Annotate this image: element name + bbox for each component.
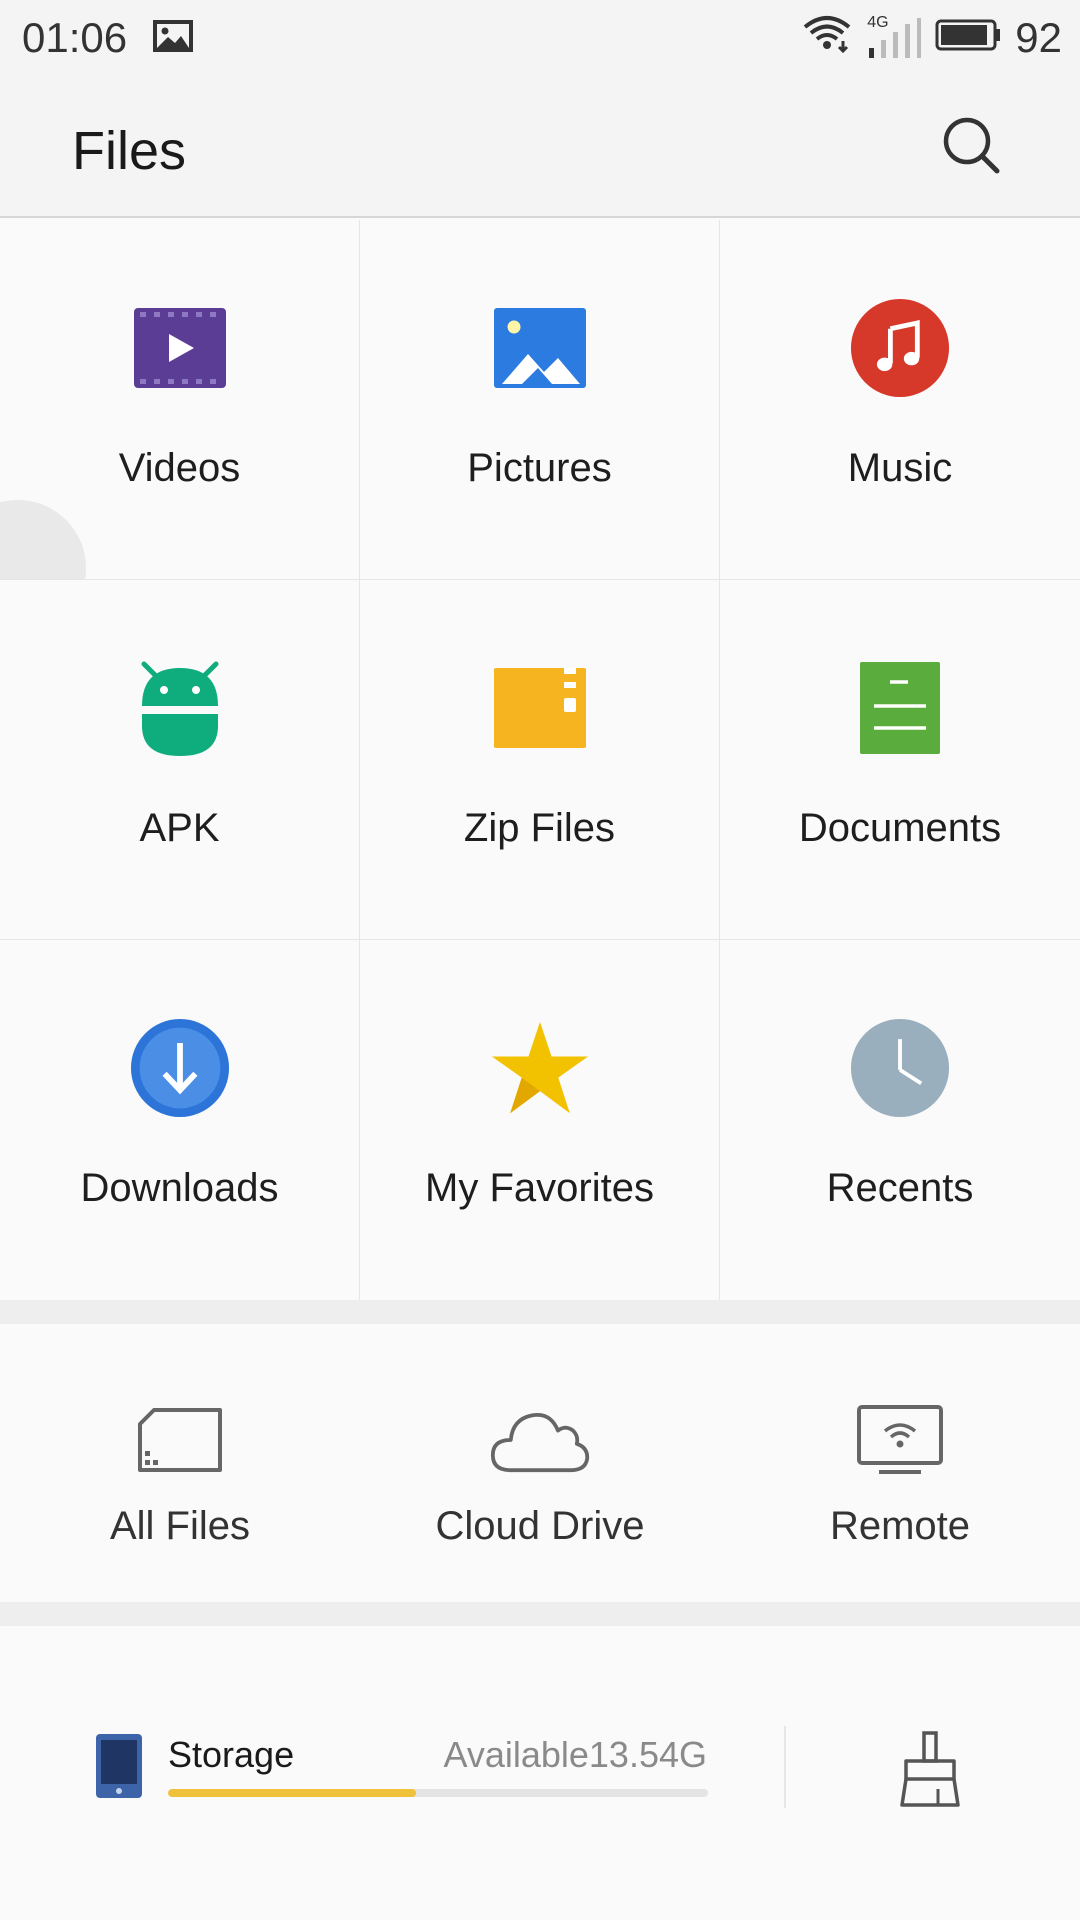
category-documents[interactable]: Documents [720, 580, 1080, 940]
wifi-icon [801, 13, 853, 63]
battery-percent: 92 [1015, 14, 1062, 61]
category-label: Music [847, 446, 953, 490]
download-icon [130, 1018, 230, 1118]
picture-icon [490, 298, 590, 398]
app-header: Files [0, 76, 1080, 218]
storage-section: Storage Available13.54G [0, 1626, 1080, 1920]
category-grid: Videos Pictures Music APK Zip Files Docu… [0, 220, 1080, 1300]
all-files-button[interactable]: All Files [0, 1324, 360, 1602]
signal-icon: 4G [867, 14, 922, 60]
cloud-drive-button[interactable]: Cloud Drive [360, 1324, 720, 1602]
status-time: 01:06 [22, 14, 128, 61]
status-bar: 01:06 4G 92 [0, 0, 1080, 76]
storage-progress-fill [168, 1789, 417, 1797]
music-icon [850, 298, 950, 398]
phone-icon [96, 1734, 142, 1803]
category-label: My Favorites [425, 1166, 654, 1210]
category-label: Zip Files [463, 806, 616, 850]
section-divider [0, 1602, 1080, 1626]
search-button[interactable] [936, 112, 1006, 182]
star-icon [490, 1018, 590, 1118]
category-label: Recents [826, 1166, 974, 1210]
zip-icon [490, 658, 590, 758]
category-my-favorites[interactable]: My Favorites [360, 940, 720, 1300]
remote-monitor-icon [850, 1400, 950, 1480]
storage-separator [784, 1726, 786, 1808]
page-title: Files [72, 121, 187, 181]
category-downloads[interactable]: Downloads [0, 940, 360, 1300]
category-label: Videos [118, 446, 241, 490]
sd-card-icon [130, 1400, 230, 1480]
remote-button[interactable]: Remote [720, 1324, 1080, 1602]
clean-button[interactable] [890, 1726, 970, 1816]
clock-icon [850, 1018, 950, 1118]
category-label: APK [139, 806, 220, 850]
search-icon [941, 115, 1001, 180]
android-icon [130, 658, 230, 758]
touch-ripple [0, 500, 86, 579]
category-zip-files[interactable]: Zip Files [360, 580, 720, 940]
battery-icon [935, 14, 1001, 62]
quick-label: Cloud Drive [435, 1504, 645, 1548]
storage-label: Storage [168, 1734, 295, 1775]
quick-label: All Files [109, 1504, 251, 1548]
image-notification-icon [127, 14, 194, 62]
cloud-icon [490, 1400, 590, 1480]
category-apk[interactable]: APK [0, 580, 360, 940]
quick-access-row: All Files Cloud Drive Remote [0, 1324, 1080, 1602]
storage-available: Available13.54G [443, 1734, 707, 1775]
category-videos[interactable]: Videos [0, 220, 360, 580]
storage-progress-bar [168, 1789, 708, 1797]
storage-button[interactable]: Storage Available13.54G [0, 1626, 784, 1920]
category-pictures[interactable]: Pictures [360, 220, 720, 580]
category-music[interactable]: Music [720, 220, 1080, 580]
category-label: Downloads [80, 1166, 279, 1210]
document-icon [850, 658, 950, 758]
category-label: Documents [798, 806, 1002, 850]
category-label: Pictures [467, 446, 612, 490]
category-recents[interactable]: Recents [720, 940, 1080, 1300]
broom-icon [898, 1730, 962, 1812]
quick-label: Remote [829, 1504, 971, 1548]
section-divider [0, 1300, 1080, 1324]
video-icon [130, 298, 230, 398]
